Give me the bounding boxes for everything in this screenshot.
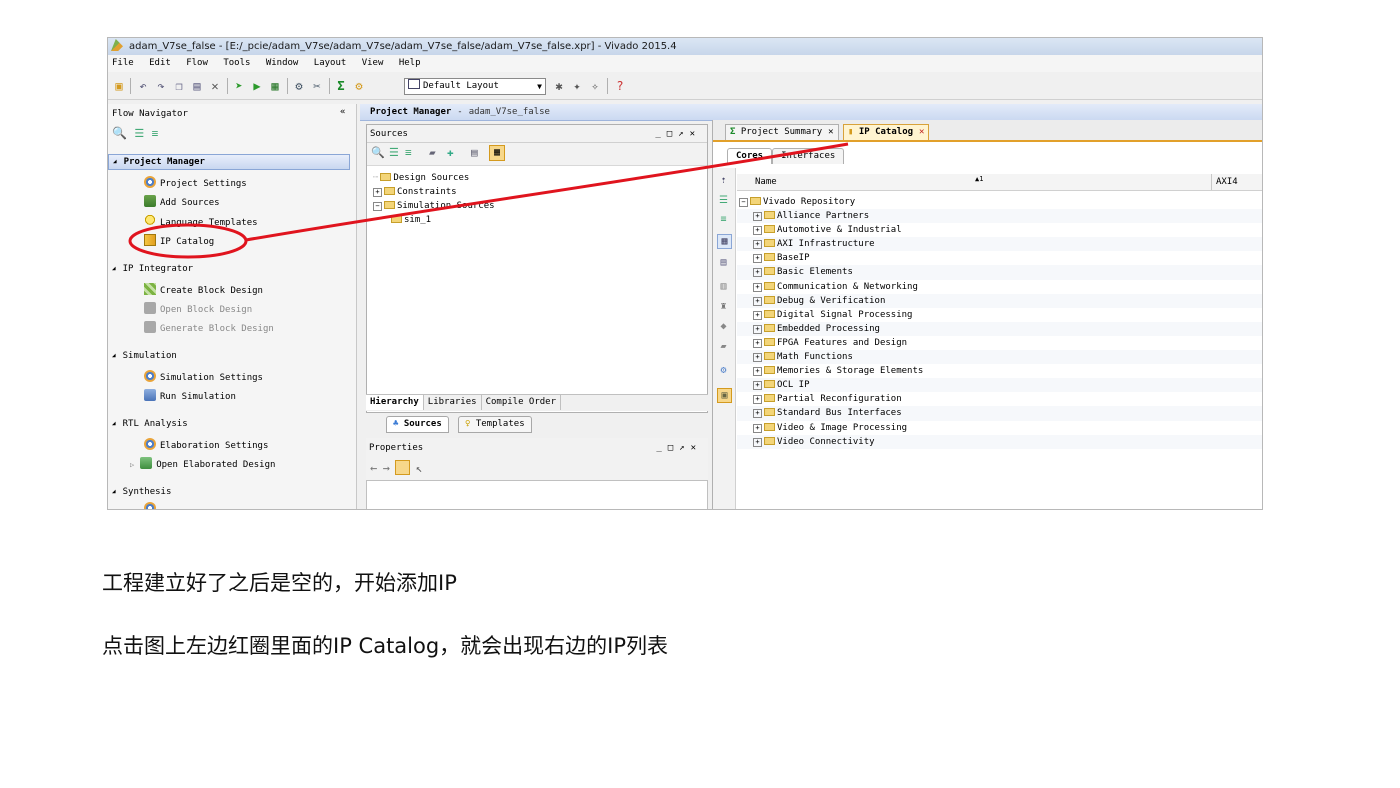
annotation-circle	[128, 223, 248, 259]
caption-line-1: 工程建立好了之后是空的，开始添加IP	[102, 571, 457, 595]
annotation-line	[245, 142, 849, 242]
caption-line-2: 点击图上左边红圈里面的IP Catalog，就会出现右边的IP列表	[102, 634, 669, 658]
red-annotation	[128, 142, 849, 259]
